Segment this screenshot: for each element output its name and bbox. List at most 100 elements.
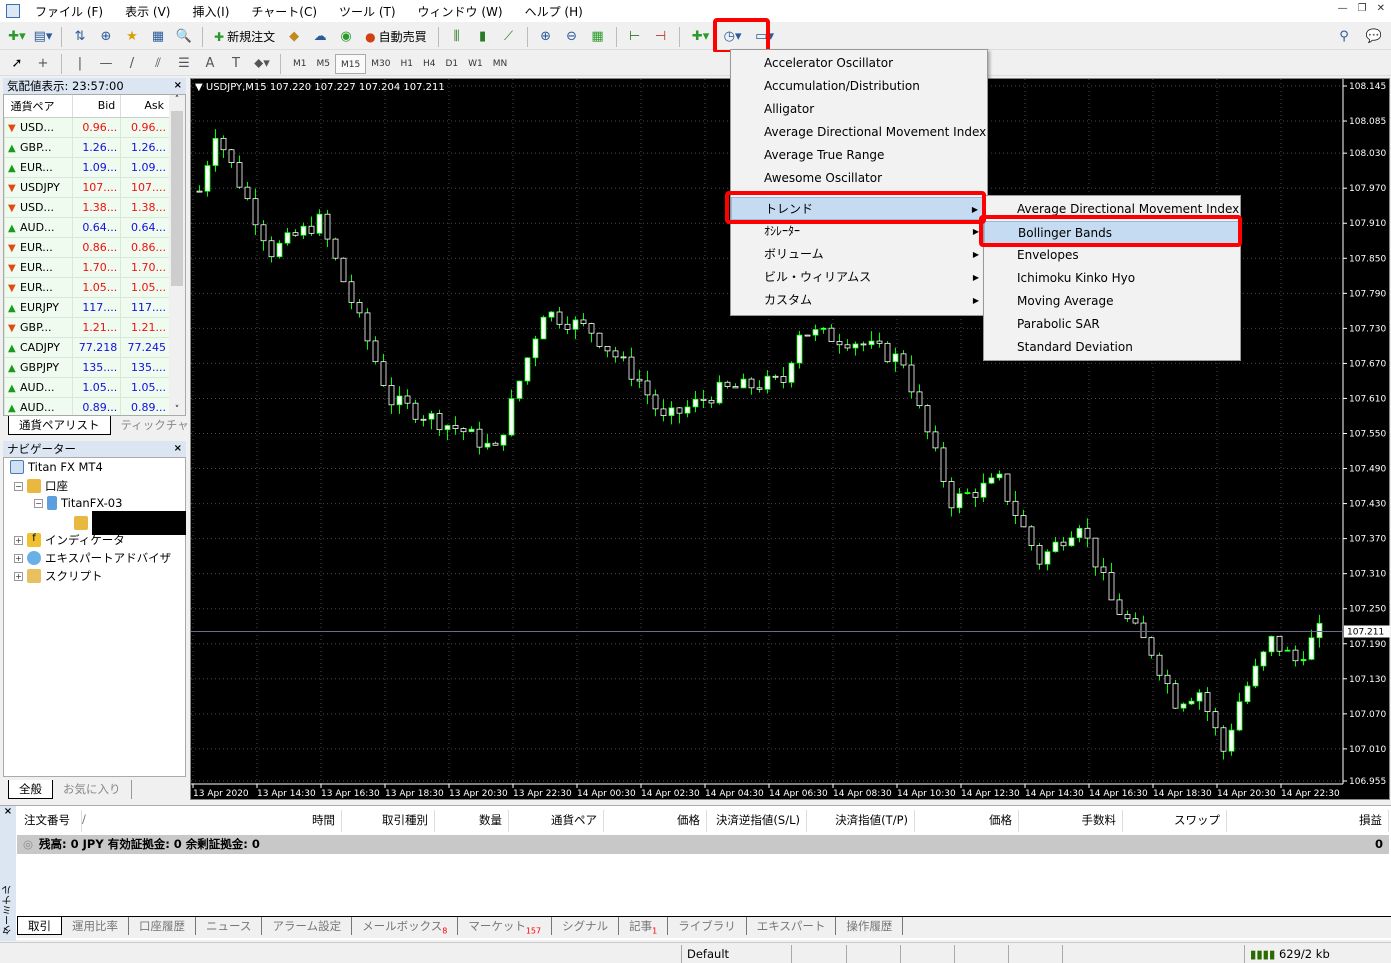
tree-server[interactable]: − TitanFX-03 [34, 496, 122, 510]
menu-item[interactable]: Average Directional Movement Index [731, 121, 987, 144]
menu-group-4[interactable]: カスタム ▶ [731, 289, 987, 312]
close-icon[interactable]: × [174, 78, 182, 94]
market-row[interactable]: ▲ EUR... 1.09... 1.09... [4, 156, 170, 178]
menu-1[interactable]: 表示 (V) [114, 3, 181, 20]
timeframe-w1[interactable]: W1 [463, 54, 488, 74]
tree-indicators[interactable]: + f インディケータ [14, 532, 125, 548]
column-header[interactable]: 取引種別 [382, 812, 428, 828]
horizontal-line-icon[interactable]: — [95, 53, 117, 75]
chart-shift-icon[interactable]: ⊣ [650, 26, 672, 48]
terminal-tab[interactable]: 取引 [17, 917, 62, 935]
menu-3[interactable]: チャート(C) [240, 3, 328, 20]
bar-chart-icon[interactable]: ⫼ [446, 26, 468, 48]
zoom-in-icon[interactable]: ⊕ [535, 26, 557, 48]
menu-5[interactable]: ウィンドウ (W) [407, 3, 514, 20]
market-row[interactable]: ▼ EUR... 0.86... 0.86... [4, 236, 170, 258]
menu-6[interactable]: ヘルプ (H) [514, 3, 594, 20]
menu-2[interactable]: 挿入(I) [181, 3, 240, 20]
restore-icon[interactable]: ❐ [1358, 3, 1367, 14]
timeframe-m30[interactable]: M30 [366, 54, 395, 74]
column-header[interactable]: 決済逆指値(S/L) [716, 812, 800, 828]
terminal-tab[interactable]: 運用比率 [62, 917, 129, 935]
terminal-tab[interactable]: メールボックス8 [352, 917, 459, 935]
indicators-button[interactable]: ✚▾ [687, 26, 715, 48]
submenu-item[interactable]: Envelopes [984, 244, 1240, 267]
terminal-tab[interactable]: アラーム設定 [262, 917, 353, 935]
text-label-icon[interactable]: T [225, 53, 247, 75]
data-window-icon[interactable]: ⊕ [95, 26, 117, 48]
menu-item[interactable]: Accelerator Oscillator [731, 52, 987, 75]
timeframe-m5[interactable]: M5 [312, 54, 336, 74]
menu-0[interactable]: ファイル (F) [24, 3, 114, 20]
column-header[interactable]: スワップ [1174, 812, 1220, 828]
menu-item[interactable]: Alligator [731, 98, 987, 121]
market-row[interactable]: ▲ AUD... 1.05... 1.05... [4, 376, 170, 398]
market-row[interactable]: ▲ EURJPY 117.... 117.... [4, 296, 170, 318]
menu-item[interactable]: Average True Range [731, 144, 987, 167]
profiles-icon[interactable]: ▤▾ [32, 26, 54, 48]
autoscroll-icon[interactable]: ⊢ [624, 26, 646, 48]
minimize-icon[interactable]: — [1338, 3, 1348, 14]
equidistant-channel-icon[interactable]: ⫽ [147, 53, 169, 75]
column-header-bid[interactable]: Bid [72, 95, 122, 118]
market-row[interactable]: ▲ GBP... 1.26... 1.26... [4, 136, 170, 158]
cursor-icon[interactable]: ➚ [6, 53, 28, 75]
menu-group-2[interactable]: ボリューム ▶ [731, 243, 987, 266]
column-header[interactable]: 損益 [1359, 812, 1382, 828]
column-header[interactable]: 注文番号 [24, 812, 70, 828]
close-icon[interactable]: × [174, 441, 182, 457]
line-chart-icon[interactable]: ⟋ [498, 26, 520, 48]
tile-windows-icon[interactable]: ▦ [587, 26, 609, 48]
timeframe-m15[interactable]: M15 [335, 53, 367, 74]
menu-group-3[interactable]: ビル・ウィリアムス ▶ [731, 266, 987, 289]
column-header[interactable]: 数量 [479, 812, 502, 828]
tree-root[interactable]: Titan FX MT4 [10, 460, 103, 474]
fibonacci-icon[interactable]: ☰ [173, 53, 195, 75]
column-header[interactable]: 通貨ペア [551, 812, 597, 828]
column-header[interactable]: 価格 [677, 812, 700, 828]
submenu-item[interactable]: Ichimoku Kinko Hyo [984, 267, 1240, 290]
market-row[interactable]: ▼ GBP... 1.21... 1.21... [4, 316, 170, 338]
column-header-symbol[interactable]: 通貨ペア [4, 95, 73, 118]
vertical-line-icon[interactable]: | [69, 53, 91, 75]
crosshair-icon[interactable]: + [32, 53, 54, 75]
strategy-tester-icon[interactable]: 🔍 [173, 26, 195, 48]
timeframe-mn[interactable]: MN [488, 54, 513, 74]
new-order-button[interactable]: ✚ 新規注文 [210, 26, 279, 48]
text-icon[interactable]: A [199, 53, 221, 75]
scrollbar[interactable]: ˄ ˅ [169, 95, 185, 415]
close-icon[interactable]: × [0, 806, 16, 817]
market-row[interactable]: ▲ GBPJPY 135.... 135.... [4, 356, 170, 378]
terminal-tab[interactable]: 操作履歴 [836, 917, 904, 935]
terminal-tab[interactable]: ライブラリ [668, 917, 747, 935]
submenu-item[interactable]: Moving Average [984, 290, 1240, 313]
terminal-tab[interactable]: エキスパート [747, 917, 837, 935]
market-row[interactable]: ▲ AUD... 0.64... 0.64... [4, 216, 170, 238]
terminal-tab[interactable]: シグナル [552, 917, 620, 935]
trendline-icon[interactable]: / [121, 53, 143, 75]
column-header[interactable]: 価格 [989, 812, 1012, 828]
arrows-icon[interactable]: ⬥▾ [251, 53, 273, 75]
market-row[interactable]: ▼ USDJPY 107.... 107.... [4, 176, 170, 198]
cloud-icon[interactable]: ☁ [309, 26, 331, 48]
tree-accounts[interactable]: − 口座 [14, 478, 68, 494]
terminal-tab[interactable]: 口座履歴 [129, 917, 196, 935]
market-watch-icon[interactable]: ⇅ [69, 26, 91, 48]
timeframe-d1[interactable]: D1 [440, 54, 463, 74]
tab-common[interactable]: 全般 [8, 780, 53, 799]
signal-icon[interactable]: ◉ [335, 26, 357, 48]
submenu-item[interactable]: Parabolic SAR [984, 313, 1240, 336]
navigator-icon[interactable]: ★ [121, 26, 143, 48]
market-row[interactable]: ▼ EUR... 1.05... 1.05... [4, 276, 170, 298]
market-row[interactable]: ▲ AUD... 0.89... 0.89... [4, 396, 170, 415]
candlestick-icon[interactable]: ▮ [472, 26, 494, 48]
tree-scripts[interactable]: + スクリプト [14, 568, 103, 584]
menu-4[interactable]: ツール (T) [328, 3, 407, 20]
terminal-tab[interactable]: 記事1 [619, 917, 669, 935]
market-row[interactable]: ▼ USD... 0.96... 0.96... [4, 116, 170, 138]
terminal-icon[interactable]: ▦ [147, 26, 169, 48]
tab-symbols[interactable]: 通貨ペアリスト [8, 416, 111, 435]
timeframe-m1[interactable]: M1 [288, 54, 312, 74]
column-header[interactable]: 手数料 [1082, 812, 1117, 828]
column-header[interactable]: 時間 [312, 812, 335, 828]
